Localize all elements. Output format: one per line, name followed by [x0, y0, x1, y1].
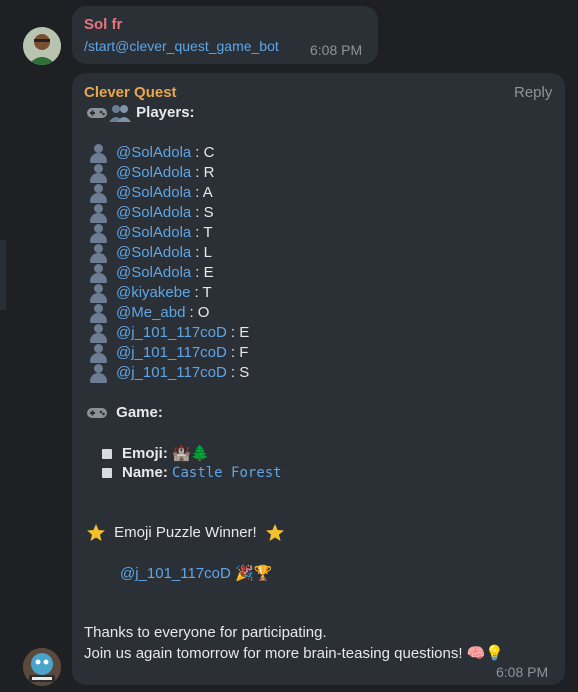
player-row: @SolAdola: A — [88, 183, 213, 204]
bust-in-silhouette-icon — [88, 323, 110, 344]
player-mention[interactable]: @SolAdola — [116, 224, 191, 241]
gamepad-icon — [87, 108, 107, 119]
game-heading: Game: — [86, 403, 163, 423]
avatar-bot[interactable] — [23, 648, 61, 686]
name-value[interactable]: Castle Forest — [172, 465, 282, 481]
name-row: Name: Castle Forest — [102, 463, 282, 483]
player-row: @j_101_117coD: E — [88, 323, 250, 344]
bust-in-silhouette-icon — [88, 183, 110, 204]
player-letter: : F — [230, 344, 249, 361]
bust-in-silhouette-icon — [88, 363, 110, 384]
player-letter: : C — [195, 144, 215, 161]
bullet-square — [102, 449, 112, 460]
player-letter: : S — [230, 364, 250, 381]
player-mention[interactable]: @kiyakebe — [116, 284, 190, 301]
player-mention[interactable]: @SolAdola — [116, 184, 191, 201]
player-mention[interactable]: @SolAdola — [116, 264, 191, 281]
bot-sender-name[interactable]: Clever Quest — [84, 84, 177, 101]
player-mention[interactable]: @j_101_117coD — [116, 324, 227, 341]
players-title: Players: — [136, 104, 195, 121]
emoji-value: 🏰🌲 — [172, 444, 210, 462]
player-mention[interactable]: @j_101_117coD — [116, 364, 227, 381]
scrollbar[interactable] — [0, 240, 6, 310]
winner-mention[interactable]: @j_101_117coD — [120, 565, 231, 582]
bust-in-silhouette-icon — [88, 303, 110, 324]
emoji-row: Emoji: 🏰🌲 — [102, 443, 209, 463]
bust-in-silhouette-icon — [88, 243, 110, 264]
player-letter: : E — [195, 264, 214, 281]
reply-button[interactable]: Reply — [514, 84, 552, 101]
player-row: @SolAdola: E — [88, 263, 214, 284]
player-row: @SolAdola: C — [88, 143, 215, 164]
bust-in-silhouette-icon — [88, 203, 110, 224]
player-row: @SolAdola: L — [88, 243, 212, 264]
bust-in-silhouette-icon — [88, 143, 110, 164]
player-row: @SolAdola: R — [88, 163, 215, 184]
celebration-emojis: 🎉🏆 — [235, 564, 273, 582]
player-letter: : O — [189, 304, 210, 321]
player-letter: : S — [195, 204, 214, 221]
player-row: @kiyakebe: T — [88, 283, 212, 304]
glowing-star-icon — [265, 524, 284, 542]
player-row: @j_101_117coD: S — [88, 363, 250, 384]
winner-row: @j_101_117coD 🎉🏆 — [120, 563, 272, 583]
join-row: Join us again tomorrow for more brain-te… — [84, 643, 504, 663]
bust-in-silhouette-icon — [88, 163, 110, 184]
emoji-label: Emoji: — [122, 445, 168, 462]
player-letter: : T — [194, 284, 212, 301]
player-mention[interactable]: @j_101_117coD — [116, 344, 227, 361]
glowing-star-icon — [87, 524, 105, 542]
player-letter: : A — [195, 184, 213, 201]
player-letter: : E — [230, 324, 250, 341]
join-line: Join us again tomorrow for more brain-te… — [84, 645, 463, 662]
player-letter: : T — [195, 224, 213, 241]
player-row: @Me_abd: O — [88, 303, 210, 324]
winner-heading: Emoji Puzzle Winner! — [86, 523, 285, 543]
players-heading: Players: — [86, 103, 195, 123]
player-mention[interactable]: @SolAdola — [116, 244, 191, 261]
gamepad-icon — [87, 408, 107, 419]
avatar-sol[interactable] — [23, 27, 61, 65]
player-letter: : R — [195, 164, 215, 181]
winner-title: Emoji Puzzle Winner! — [114, 524, 257, 541]
message-time: 6:08 PM — [310, 42, 363, 58]
player-mention[interactable]: @SolAdola — [116, 204, 191, 221]
player-mention[interactable]: @SolAdola — [116, 164, 191, 181]
brain-bulb-emojis: 🧠💡 — [466, 644, 505, 662]
player-row: @SolAdola: T — [88, 223, 213, 244]
thanks-line: Thanks to everyone for participating. — [84, 624, 327, 641]
bust-in-silhouette-icon — [88, 223, 110, 244]
sender-name[interactable]: Sol fr — [84, 16, 122, 33]
command-link[interactable]: /start@clever_quest_game_bot — [84, 38, 279, 54]
users-icon — [109, 105, 131, 123]
bullet-square — [102, 468, 112, 479]
name-label: Name: — [122, 464, 168, 481]
bust-in-silhouette-icon — [88, 283, 110, 304]
player-mention[interactable]: @SolAdola — [116, 144, 191, 161]
player-mention[interactable]: @Me_abd — [116, 304, 185, 321]
player-letter: : L — [195, 244, 212, 261]
bust-in-silhouette-icon — [88, 263, 110, 284]
message-time: 6:08 PM — [496, 664, 549, 680]
game-title: Game: — [116, 404, 163, 421]
bust-in-silhouette-icon — [88, 343, 110, 364]
player-row: @j_101_117coD: F — [88, 343, 249, 364]
player-row: @SolAdola: S — [88, 203, 214, 224]
